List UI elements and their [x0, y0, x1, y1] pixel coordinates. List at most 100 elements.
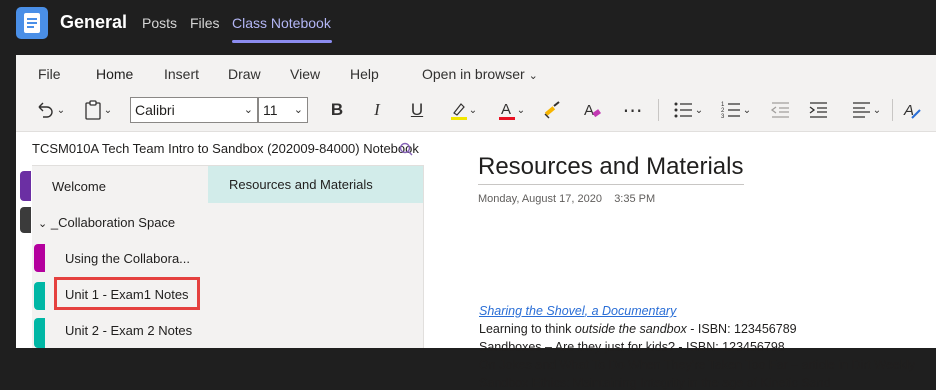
- chevron-down-icon: ⌄: [38, 218, 48, 230]
- ellipsis-icon: ⋯: [622, 99, 644, 122]
- clear-format-icon: A: [584, 102, 601, 119]
- styles-icon: A: [903, 102, 921, 119]
- font-name-select[interactable]: Calibri ⌄: [130, 97, 258, 123]
- underline-button[interactable]: U: [406, 97, 428, 123]
- section-welcome[interactable]: Welcome: [52, 179, 106, 194]
- undo-button[interactable]: ⌄: [30, 97, 70, 123]
- active-tab-indicator: [232, 40, 332, 43]
- body-line-2-suffix: - ISBN: 123456789: [686, 322, 797, 336]
- menu-help[interactable]: Help: [350, 66, 379, 82]
- bullet-list-icon: [674, 102, 692, 118]
- page-timestamp: Monday, August 17, 2020 3:35 PM: [478, 193, 655, 205]
- chevron-down-icon: ⌄: [516, 104, 526, 116]
- page-list: Resources and Materials: [208, 166, 424, 348]
- paste-button[interactable]: ⌄: [78, 97, 118, 123]
- indent-icon: [809, 102, 827, 118]
- styles-button[interactable]: A: [900, 97, 924, 123]
- chevron-down-icon: ⌄: [293, 104, 303, 116]
- body-line-2-prefix: Learning to think: [479, 322, 575, 336]
- undo-icon: [38, 102, 53, 118]
- menu-file[interactable]: File: [38, 66, 61, 82]
- svg-text:A: A: [501, 101, 511, 118]
- chevron-down-icon: ⌄: [243, 104, 253, 116]
- chevron-down-icon: ⌄: [528, 70, 538, 82]
- app-rail: [0, 55, 16, 348]
- tab-files[interactable]: Files: [190, 15, 220, 31]
- section-navigation: Welcome ⌄ _Collaboration Space Using the…: [32, 166, 208, 348]
- svg-text:3: 3: [721, 114, 725, 119]
- section-tab-color: [34, 282, 45, 310]
- page-title[interactable]: Resources and Materials: [478, 153, 743, 181]
- decrease-indent-button[interactable]: [768, 97, 792, 123]
- page-canvas[interactable]: Resources and Materials Monday, August 1…: [424, 132, 936, 390]
- menu-draw[interactable]: Draw: [228, 66, 261, 82]
- paintbrush-icon: [544, 101, 560, 119]
- section-unit-2-exam-2-notes[interactable]: Unit 2 - Exam 2 Notes: [65, 323, 192, 338]
- section-tab-color: [34, 318, 45, 348]
- section-using-collaboration[interactable]: Using the Collabora...: [65, 251, 190, 266]
- section-group-collaboration-space[interactable]: ⌄ _Collaboration Space: [38, 215, 175, 230]
- tab-posts[interactable]: Posts: [142, 15, 177, 31]
- ribbon: File Home Insert Draw View Help Open in …: [16, 55, 936, 132]
- highlighter-icon: [450, 103, 467, 120]
- page-resources-and-materials[interactable]: Resources and Materials: [208, 166, 423, 203]
- title-underline: [478, 184, 744, 185]
- section-tab-color: [34, 244, 45, 272]
- ribbon-divider: [892, 99, 893, 121]
- body-line-4: On Jokes and What To Do When They're Tak…: [479, 358, 916, 372]
- body-line-1: Sharing the Shovel, a Documentary: [479, 304, 676, 318]
- teams-header: General Posts Files Class Notebook: [0, 0, 936, 55]
- font-size-value: 11: [263, 102, 278, 118]
- highlight-button[interactable]: ⌄: [444, 97, 482, 123]
- chevron-down-icon: ⌄: [56, 104, 66, 116]
- body-line-5: Sandbox Ethics: Maintaining Integrity in…: [479, 376, 831, 390]
- numbering-button[interactable]: 123 ⌄: [716, 97, 756, 123]
- chevron-down-icon: ⌄: [103, 104, 113, 116]
- font-size-select[interactable]: 11 ⌄: [258, 97, 308, 123]
- chevron-down-icon: ⌄: [872, 104, 882, 116]
- tab-class-notebook[interactable]: Class Notebook: [232, 15, 331, 31]
- underline-icon: U: [410, 100, 424, 119]
- body-line-3: Sandboxes – Are they just for kids? - IS…: [479, 340, 785, 354]
- ribbon-divider: [658, 99, 659, 121]
- menu-insert[interactable]: Insert: [164, 66, 199, 82]
- section-group-label: _Collaboration Space: [50, 215, 176, 230]
- increase-indent-button[interactable]: [806, 97, 830, 123]
- notebook-title-text: TCSM010A Tech Team Intro to Sandbox (202…: [32, 141, 419, 156]
- align-left-icon: [852, 102, 870, 118]
- documentary-link[interactable]: Sharing the Shovel: [479, 304, 585, 318]
- outdent-icon: [770, 102, 789, 118]
- font-name-value: Calibri: [135, 102, 175, 118]
- open-in-browser-label: Open in browser: [422, 66, 525, 82]
- more-options-button[interactable]: ⋯: [620, 97, 646, 123]
- section-tab-color: [20, 207, 31, 233]
- menu-view[interactable]: View: [290, 66, 320, 82]
- page-date: Monday, August 17, 2020: [478, 193, 602, 205]
- clipboard-icon: [85, 100, 101, 120]
- selection-highlight: [54, 277, 200, 310]
- bold-icon: B: [330, 100, 344, 119]
- chevron-down-icon: ⌄: [694, 104, 704, 116]
- open-in-browser-button[interactable]: Open in browser ⌄: [422, 66, 538, 82]
- numbered-list-icon: 123: [721, 102, 740, 119]
- font-color-button[interactable]: A ⌄: [492, 97, 530, 123]
- section-tab-color: [20, 171, 31, 201]
- bullets-button[interactable]: ⌄: [668, 97, 708, 123]
- body-line-2: Learning to think outside the sandbox - …: [479, 322, 797, 336]
- search-icon[interactable]: [399, 142, 413, 156]
- documentary-link-suffix[interactable]: , a Documentary: [585, 304, 677, 318]
- italic-button[interactable]: I: [366, 97, 388, 123]
- page-list-item-label: Resources and Materials: [229, 177, 373, 192]
- chevron-down-icon: ⌄: [742, 104, 752, 116]
- class-notebook-app-icon[interactable]: [16, 7, 48, 39]
- format-painter-button[interactable]: [540, 97, 564, 123]
- chevron-down-icon: ⌄: [468, 104, 478, 116]
- align-button[interactable]: ⌄: [846, 97, 886, 123]
- menu-home[interactable]: Home: [96, 66, 133, 82]
- clear-formatting-button[interactable]: A: [580, 97, 604, 123]
- svg-text:A: A: [584, 102, 594, 119]
- channel-title: General: [60, 12, 128, 32]
- notebook-title[interactable]: TCSM010A Tech Team Intro to Sandbox (202…: [32, 132, 424, 166]
- bold-button[interactable]: B: [326, 97, 348, 123]
- page-time: 3:35 PM: [614, 193, 656, 205]
